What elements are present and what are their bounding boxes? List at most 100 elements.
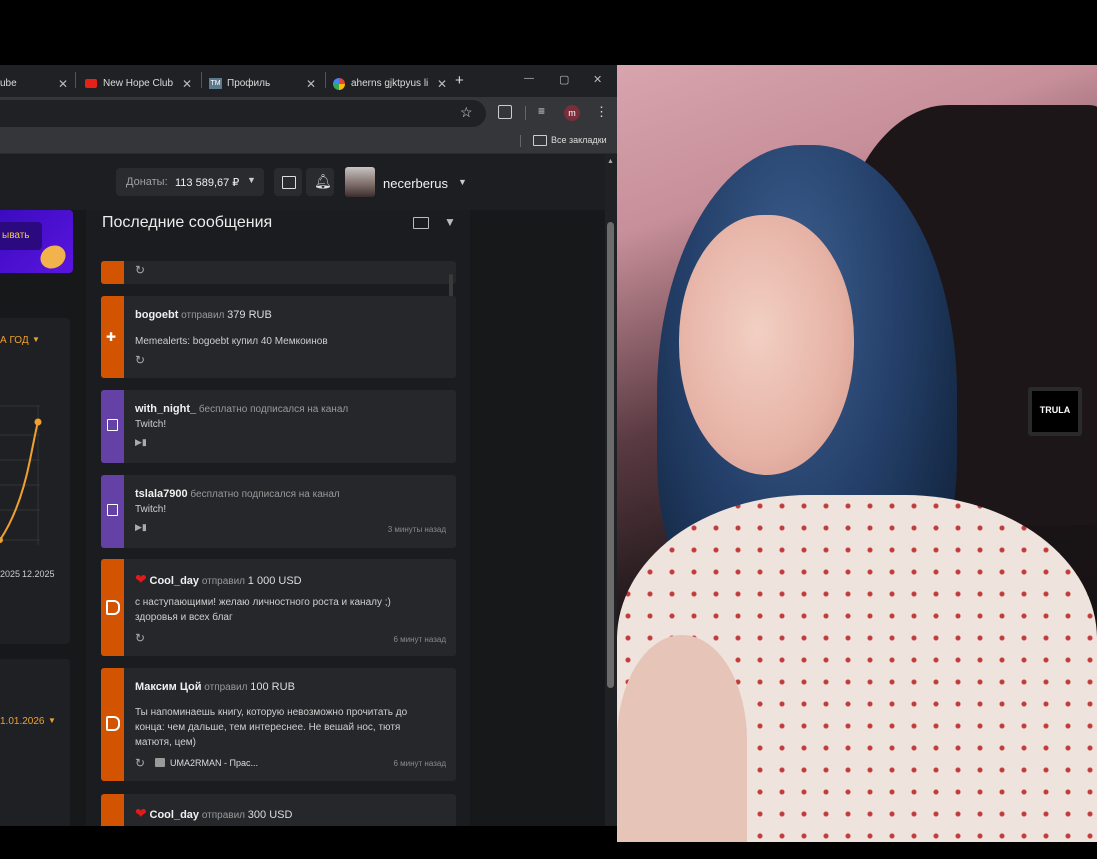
message-text: Ты напоминаешь книгу, которую невозможно… (135, 707, 408, 718)
tm-icon: TM (209, 78, 222, 89)
top-nav (0, 154, 605, 210)
page-content: Донаты: 113 589,67 ₽ ▼ 🔔︎ necerberus ▼ ы… (0, 154, 605, 826)
message-color-strip (101, 559, 124, 656)
message-user: bogoebt (135, 309, 179, 321)
profile-avatar[interactable]: m (564, 105, 580, 121)
skip-icon[interactable]: ▶▮ (135, 437, 147, 448)
message-amount: 379 RUB (227, 309, 272, 321)
chart-point (34, 418, 42, 426)
message-user: Cool_day (149, 575, 200, 587)
menu-kebab-icon[interactable]: ⋮ (595, 104, 608, 120)
tab-close-icon[interactable]: ✕ (182, 77, 192, 91)
replay-icon[interactable]: ↻ (135, 756, 145, 770)
banner-button-label: ывать (2, 230, 30, 241)
message-text: с наступающими! желаю личностного роста … (135, 597, 391, 608)
tab-close-icon[interactable]: ✕ (306, 77, 316, 91)
chevron-down-icon: ▼ (247, 175, 256, 185)
message-action: отправил (201, 576, 246, 587)
message-action: бесплатно подписался на канал (198, 404, 349, 415)
filter-icon[interactable]: ▼ (444, 215, 456, 229)
donationalerts-icon (106, 716, 120, 731)
chevron-down-icon[interactable]: ▼ (32, 335, 40, 344)
message-text: Twitch! (135, 504, 167, 515)
page-scrollbar-thumb[interactable] (607, 222, 614, 688)
all-bookmarks-link[interactable]: Все закладки (551, 135, 607, 145)
tab-title: New Hope Club - (103, 78, 173, 89)
period-select[interactable]: А ГОД (0, 335, 29, 346)
message-card: Максим Цой отправил 100 RUB Ты напоминае… (101, 668, 456, 781)
chevron-down-icon[interactable]: ▼ (458, 177, 467, 187)
banner-button[interactable]: ывать (0, 222, 42, 250)
message-user: Cool_day (149, 809, 200, 821)
browser-tab[interactable]: New Hope Club - ✕ (85, 70, 195, 97)
memealerts-icon: ✚ (106, 330, 117, 344)
bookmarks-divider (520, 135, 521, 147)
date-select[interactable]: 1.01.2026 (0, 716, 45, 727)
bookmark-star-icon[interactable]: ☆ (460, 104, 473, 121)
message-user: Максим Цой (135, 681, 202, 693)
trula-badge: TRULA (1028, 387, 1082, 436)
browser-tab[interactable]: ube ✕ (0, 70, 75, 97)
minimize-button[interactable]: — (524, 73, 534, 84)
message-text: Memealerts: bogoebt купил 40 Мемкоинов (135, 336, 328, 347)
message-amount: 300 USD (247, 809, 293, 821)
twitch-icon (107, 504, 118, 516)
address-bar[interactable] (0, 100, 486, 127)
message-action: отправил (181, 310, 225, 321)
folder-icon (533, 135, 547, 146)
tab-close-icon[interactable]: ✕ (437, 77, 447, 91)
x-tick-label: 12.2025 (22, 569, 55, 579)
bell-icon: 🔔︎ (314, 173, 332, 189)
bookmarks-bar (0, 129, 617, 154)
new-tab-button[interactable]: + (455, 72, 464, 89)
news-button[interactable] (274, 168, 302, 196)
message-card: ✚ bogoebt отправил 379 RUB Memealerts: b… (101, 296, 456, 378)
replay-icon[interactable]: ↻ (135, 631, 145, 645)
tab-divider (325, 72, 326, 88)
messages-title: Последние сообщения (102, 214, 273, 231)
user-avatar[interactable] (345, 167, 375, 197)
scroll-up-icon[interactable]: ▲ (607, 158, 614, 165)
youtube-icon (85, 79, 97, 88)
replay-icon[interactable]: ↻ (135, 263, 145, 277)
maximize-button[interactable]: ▢ (559, 73, 569, 86)
donations-value: 113 589,67 ₽ (175, 177, 240, 189)
browser-tab-active[interactable]: aherns gjktpyus li ✕ (333, 70, 449, 97)
notifications-button[interactable]: 🔔︎ (306, 168, 334, 196)
message-action: отправил (204, 682, 248, 693)
message-color-strip (101, 390, 124, 463)
skip-icon[interactable]: ▶▮ (135, 522, 147, 533)
replay-icon[interactable]: ↻ (135, 353, 145, 367)
extensions-icon[interactable] (498, 105, 512, 119)
close-window-button[interactable]: ✕ (593, 73, 602, 86)
donations-label: Донаты: (126, 176, 168, 188)
tab-title: aherns gjktpyus li (351, 78, 429, 89)
message-color-strip: ✚ (101, 296, 124, 378)
chevron-down-icon[interactable]: ▼ (48, 716, 56, 725)
media-title[interactable]: UMA2RMAN - Прас... (170, 758, 258, 768)
message-color-strip (101, 794, 124, 826)
message-text: Twitch! (135, 419, 167, 430)
message-text-line: матютя, цем) (135, 737, 197, 748)
news-icon (282, 176, 296, 189)
media-icon (155, 758, 165, 767)
message-text-line: конца: чем дальше, тем интереснее. Не ве… (135, 722, 401, 733)
knee (617, 635, 747, 842)
reading-list-icon[interactable]: ≡ (538, 104, 545, 118)
message-card: ↻ (101, 261, 456, 284)
message-text-line: здоровья и всех благ (135, 612, 233, 623)
promo-banner: ывать (0, 210, 73, 274)
username[interactable]: necerberus (383, 176, 448, 191)
date-card: 1.01.2026 ▼ (0, 659, 70, 826)
tab-close-icon[interactable]: ✕ (58, 77, 68, 91)
toolbar-divider (525, 106, 526, 120)
face (679, 215, 854, 475)
message-amount: 100 RUB (250, 681, 295, 693)
stats-card: А ГОД ▼ 2025 12.2025 (0, 318, 70, 644)
cast-icon[interactable] (413, 217, 429, 229)
message-card: tslala7900 бесплатно подписался на канал… (101, 475, 456, 548)
browser-tab[interactable]: TM Профиль ✕ (209, 70, 321, 97)
donations-pill[interactable]: Донаты: 113 589,67 ₽ ▼ (116, 168, 264, 196)
heart-icon: ❤ (135, 571, 147, 587)
message-card: ❤ Cool_day отправил 1 000 USD с наступаю… (101, 559, 456, 656)
